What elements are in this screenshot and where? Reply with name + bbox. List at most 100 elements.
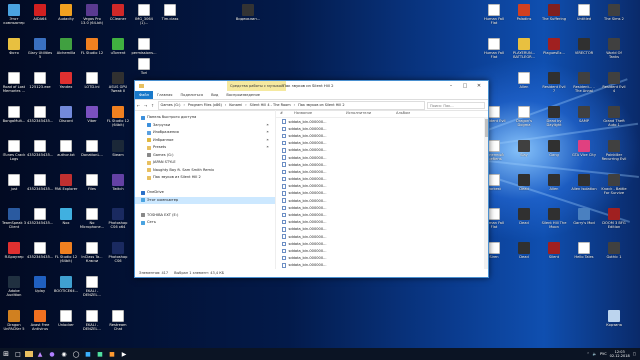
nav-item[interactable]: Games (G:)	[135, 152, 275, 160]
file-row[interactable]: sddata_bin-000000...	[276, 240, 488, 247]
desktop-icon[interactable]: Dead	[511, 208, 537, 238]
column-header-album[interactable]: Альбом	[392, 110, 436, 117]
maximize-button[interactable]: □	[458, 81, 472, 91]
desktop-icon[interactable]: GTA Vice City	[571, 140, 597, 170]
file-row[interactable]: sddata_bin-000000...	[276, 190, 488, 197]
desktop-icon[interactable]: Untitled	[571, 4, 597, 34]
desktop-icon[interactable]: Resident... - The Annal	[571, 72, 597, 102]
file-row[interactable]: sddata_bin-000000...	[276, 233, 488, 240]
desktop-icon[interactable]: Resident Evil 4	[601, 72, 627, 102]
forward-arrow-icon[interactable]: →	[142, 103, 149, 108]
breadcrumb-program-files[interactable]: Program Files (x86)	[186, 103, 223, 107]
file-row[interactable]: sddata_bin-000000...	[276, 147, 488, 154]
desktop-icon[interactable]: 125123.exe	[27, 72, 53, 102]
desktop-icon[interactable]: BOOTICE64...	[53, 276, 79, 306]
breadcrumb-silent-hill-4[interactable]: Silent Hill 4 - The Room	[248, 103, 292, 107]
vegas-taskbar-icon[interactable]: ●	[47, 349, 57, 359]
desktop-icon[interactable]: Glary Utilities 5	[27, 38, 53, 68]
desktop-icon[interactable]: Photoshop CS6 x64	[105, 208, 131, 238]
desktop-icon[interactable]: PAK Explorer	[53, 174, 79, 204]
desktop-icon[interactable]: Silent Hill The Moon	[541, 208, 567, 238]
desktop-icon[interactable]: The Suffering	[541, 4, 567, 34]
desktop-icon[interactable]: Корзина	[601, 310, 627, 340]
desktop-icon[interactable]: Grand Theft Auto 1	[601, 106, 627, 136]
notifications-icon[interactable]: □	[633, 352, 636, 356]
desktop-icon[interactable]: Uplay	[27, 276, 53, 306]
desktop-icon[interactable]: TeamSpeak 3 Client	[1, 208, 27, 238]
nav-item[interactable]: Панель быстрого доступа	[135, 114, 275, 122]
file-row[interactable]: sddata_bin-000000...	[276, 176, 488, 183]
nav-item[interactable]: Этот компьютер	[135, 196, 275, 204]
desktop-icon[interactable]: The Sims 2	[601, 4, 627, 34]
desktop-icon[interactable]: Viber	[79, 106, 105, 136]
file-row[interactable]: sddata_bin-000000...	[276, 183, 488, 190]
up-arrow-icon[interactable]: ↑	[149, 103, 156, 108]
desktop-icon[interactable]: Dragon's Dogma	[511, 106, 537, 136]
desktop-icon[interactable]: Nox	[53, 208, 79, 238]
breadcrumb-games[interactable]: Games (G:)	[159, 103, 182, 107]
desktop-icon[interactable]: Alien	[541, 174, 567, 204]
breadcrumb-konami[interactable]: Konami	[228, 103, 244, 107]
desktop-icon[interactable]: iTunes Crack Logs	[1, 140, 27, 170]
scrollbar-thumb[interactable]	[484, 119, 488, 137]
desktop-icon[interactable]: uTorrent	[105, 38, 131, 68]
start-button[interactable]: ⊞	[1, 349, 11, 359]
desktop-icon[interactable]: Avast Free Antivirus	[27, 310, 53, 340]
desktop-icon[interactable]: Dead	[511, 242, 537, 272]
file-row[interactable]: sddata_bin-000000...	[276, 154, 488, 161]
file-row[interactable]: sddata_bin-000000...	[276, 125, 488, 132]
task-view-icon[interactable]: □	[13, 349, 23, 359]
desktop-icon[interactable]: 4352345435...	[27, 242, 53, 272]
file-row[interactable]: sddata_bin-000000...	[276, 197, 488, 204]
desktop-icon[interactable]: Knack - Battle For Survive	[601, 174, 627, 204]
nav-item[interactable]: Сеть	[135, 219, 275, 227]
desktop-icon[interactable]: SAMP	[571, 106, 597, 136]
steam-taskbar-icon[interactable]: ◯	[71, 349, 81, 359]
media-player-taskbar-icon[interactable]: ▶	[119, 349, 129, 359]
desktop-icon[interactable]: PLAYERUN... BATTLEGR...	[511, 38, 537, 68]
file-row[interactable]: sddata_bin-000000...	[276, 140, 488, 147]
desktop-icon[interactable]: Steam	[105, 140, 131, 170]
desktop-icon[interactable]: EKALI - DENZEL...	[79, 310, 105, 340]
file-explorer-window[interactable]: Средства работы с музыкой Пак звуков из …	[134, 80, 489, 278]
file-row[interactable]: sddata_bin-000000...	[276, 204, 488, 211]
desktop-icon[interactable]: Я.Браузер	[1, 242, 27, 272]
file-row[interactable]: sddata_bin-000000...	[276, 255, 488, 262]
desktop-icon[interactable]: World Of Tanks	[601, 38, 627, 68]
desktop-icon[interactable]: ASUS GPU Tweak II	[105, 72, 131, 102]
desktop-icon[interactable]: just	[1, 174, 27, 204]
tab-share[interactable]: Поделиться	[176, 91, 207, 99]
nav-item[interactable]: Пак звуков из Silent Hill 2	[135, 174, 275, 182]
desktop-icon[interactable]: Slay	[511, 140, 537, 170]
back-arrow-icon[interactable]: ←	[135, 103, 142, 108]
desktop-icon[interactable]: PlaguesEx...	[541, 38, 567, 68]
desktop-icon[interactable]: Dead by Daylight	[541, 106, 567, 136]
desktop-icon[interactable]: Tim.class	[157, 4, 183, 34]
clock[interactable]: 12:03 02.12.2018	[610, 350, 630, 358]
desktop-icon[interactable]: Painkiller Recurring Evil	[601, 140, 627, 170]
desktop-icon[interactable]: DOOM 3 BFG Edition	[601, 208, 627, 238]
file-row[interactable]: sddata_bin-000000...	[276, 118, 488, 125]
desktop-icon[interactable]: IMG_3064 (1)...	[131, 4, 157, 34]
desktop-icon[interactable]: Restream Chat	[105, 310, 131, 340]
show-hidden-icons-icon[interactable]: ⌃	[587, 352, 590, 356]
premiere-taskbar-icon[interactable]: ▲	[35, 349, 45, 359]
desktop-icon[interactable]: InClass Ta... Ключи	[79, 242, 105, 272]
language-indicator[interactable]: РУС	[600, 352, 607, 356]
desktop-icon[interactable]: Dragon UnPACKer 5	[1, 310, 27, 340]
desktop-icon[interactable]: 4352345435...	[27, 106, 53, 136]
desktop-icon[interactable]: Видеоклип...	[235, 4, 261, 34]
close-button[interactable]: ✕	[472, 81, 486, 91]
file-row[interactable]: sddata_bin-000000...	[276, 262, 488, 269]
desktop-icon[interactable]: Фото	[1, 38, 27, 68]
nav-item[interactable]: Избранное ⚑	[135, 137, 275, 145]
desktop-icon[interactable]: Dead	[511, 174, 537, 204]
desktop-icon[interactable]: Unlocker	[53, 310, 79, 340]
minimize-button[interactable]: –	[444, 81, 458, 91]
desktop-icon[interactable]: FL Studio 12	[79, 38, 105, 68]
volume-icon[interactable]: 🔈	[593, 352, 597, 356]
desktop-icon[interactable]: Gang	[541, 140, 567, 170]
nav-item[interactable]: OneDrive	[135, 189, 275, 197]
desktop-icon[interactable]: 4352345435...	[27, 140, 53, 170]
address-bar[interactable]: Games (G:) › Program Files (x86) › Konami ›…	[158, 100, 425, 110]
